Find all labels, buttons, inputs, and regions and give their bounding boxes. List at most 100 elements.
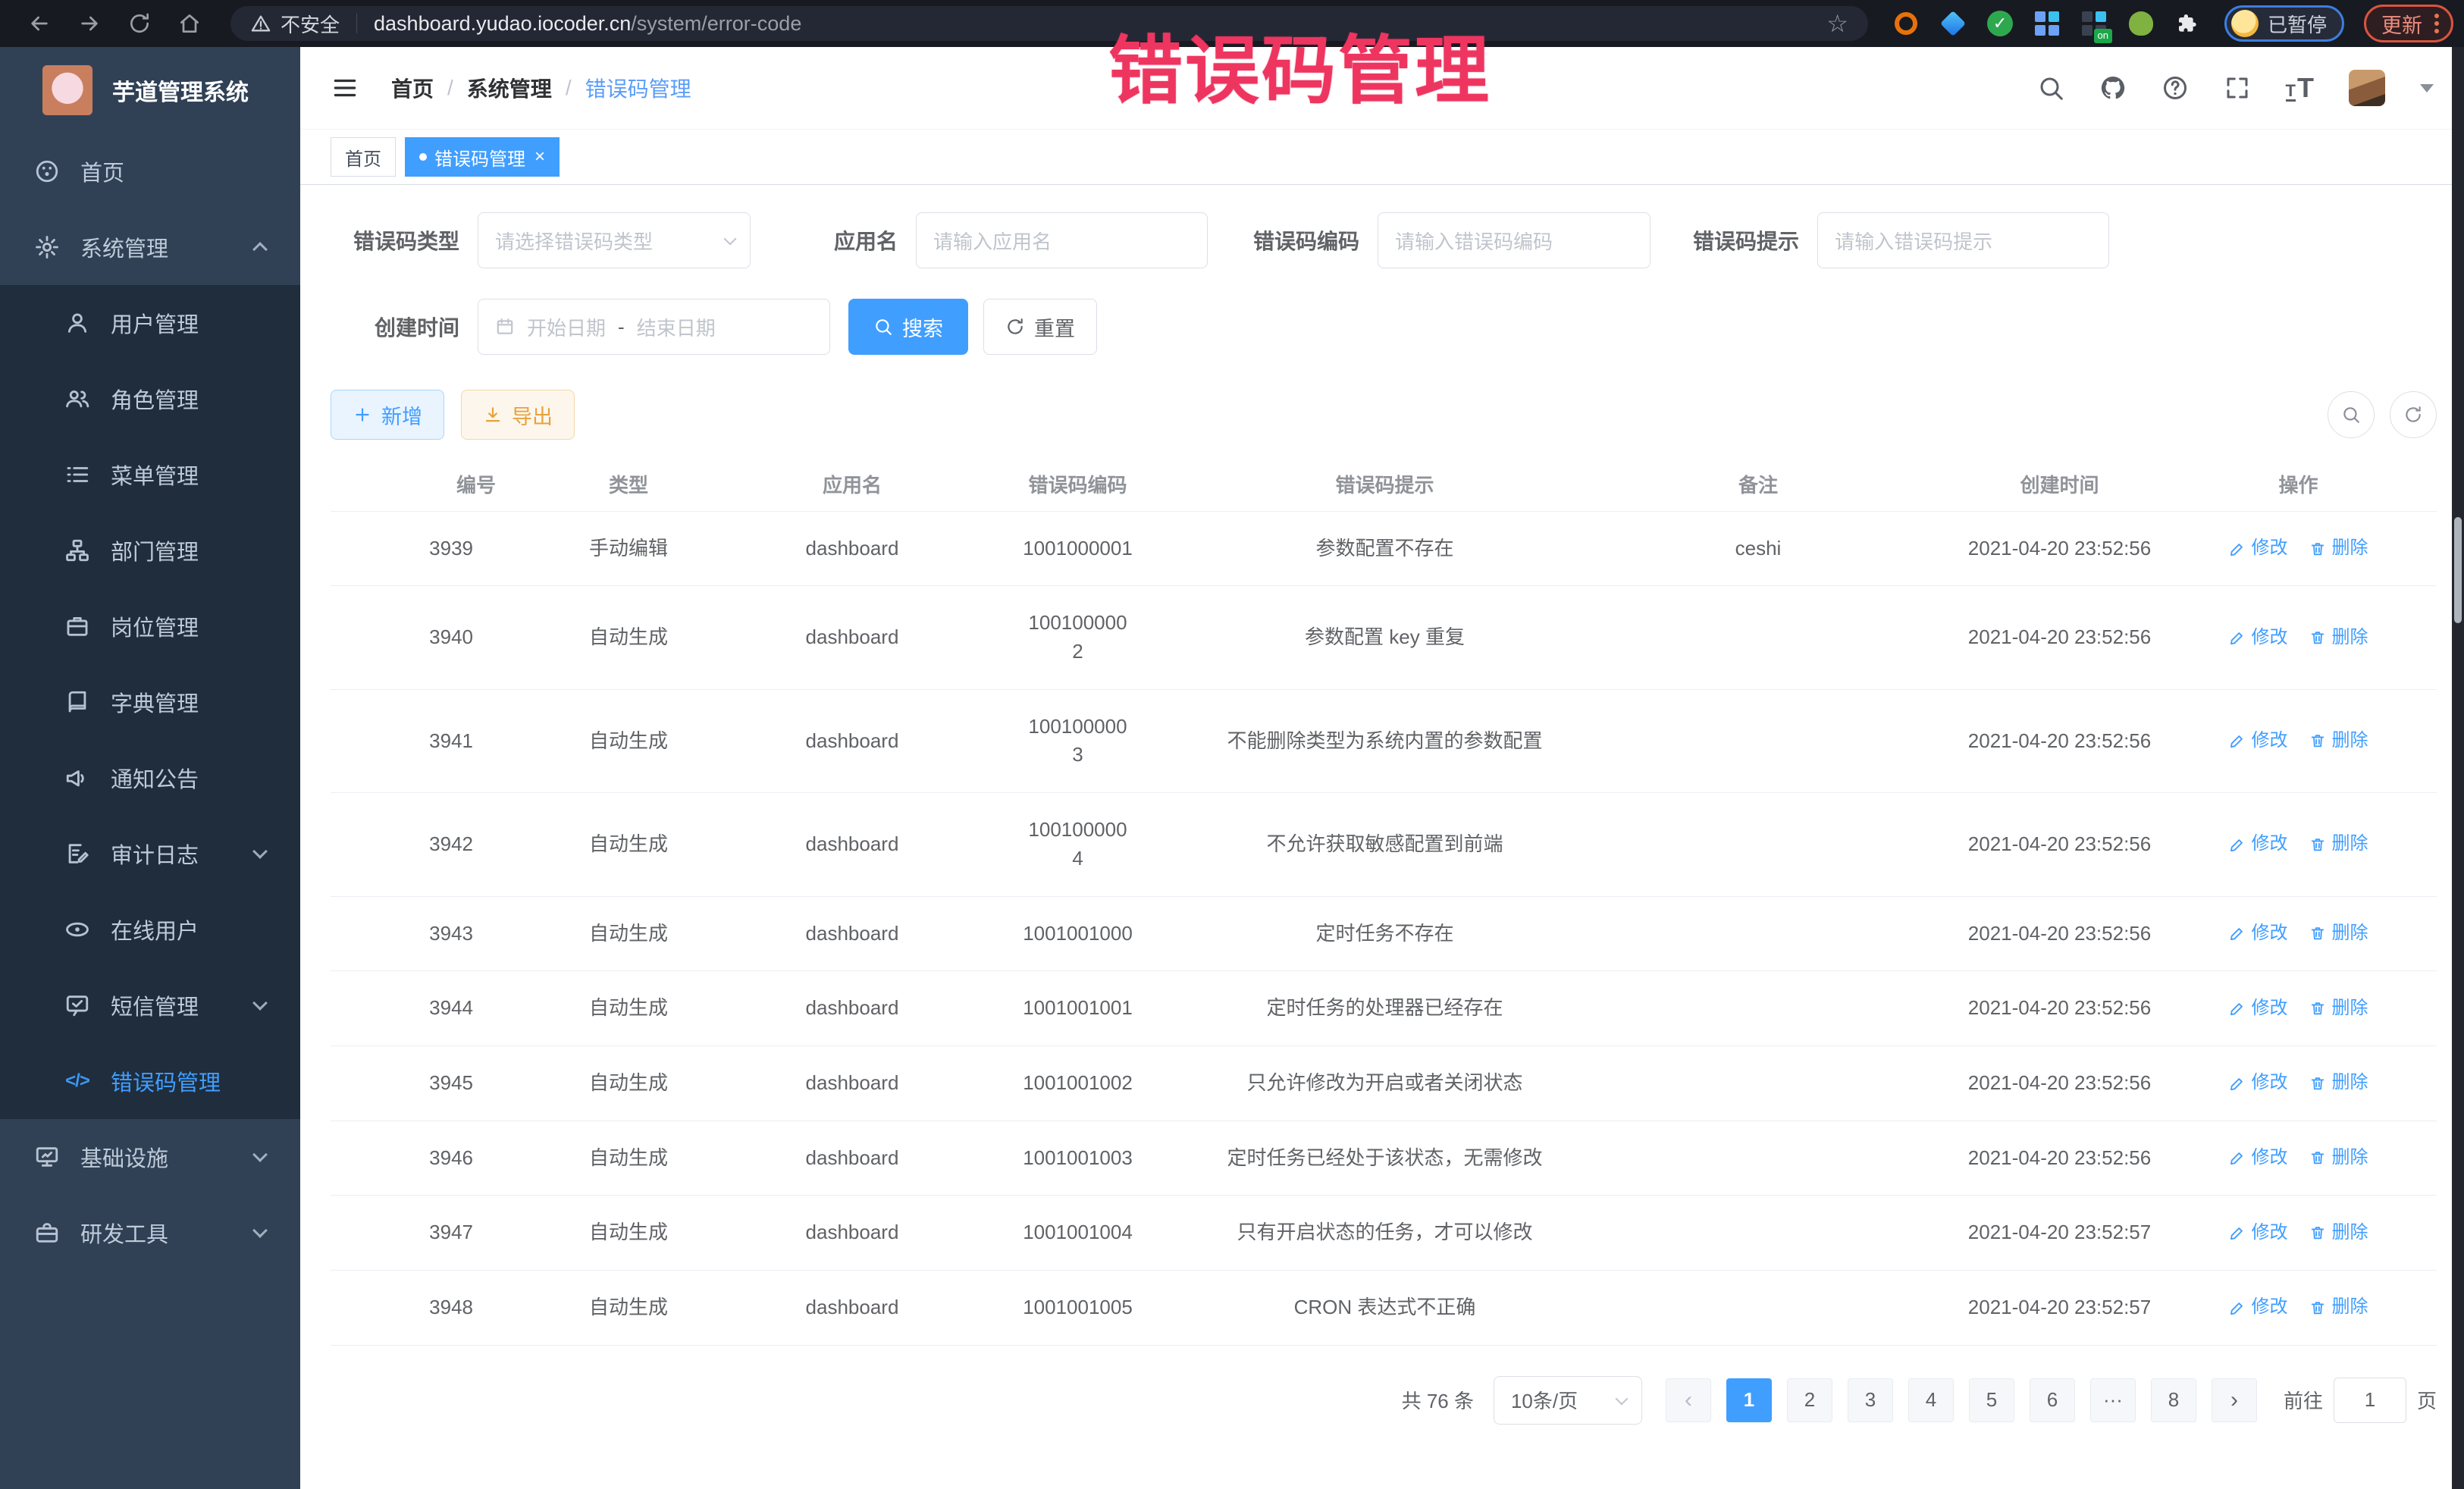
address-bar[interactable]: 不安全 dashboard.yudao.iocoder.cn /system/e… (230, 6, 1868, 41)
page-button-8[interactable]: 8 (2151, 1378, 2196, 1422)
breadcrumb-system[interactable]: 系统管理 (467, 73, 552, 103)
delete-link[interactable]: 删除 (2309, 625, 2368, 651)
sidebar-item-sms-management[interactable]: 短信管理 (0, 967, 300, 1043)
delete-link[interactable]: 删除 (2309, 920, 2368, 947)
delete-link[interactable]: 删除 (2309, 1220, 2368, 1246)
sidebar-item-dict-management[interactable]: 字典管理 (0, 664, 300, 740)
sidebar-item-home[interactable]: 首页 (0, 133, 300, 209)
delete-link[interactable]: 删除 (2309, 728, 2368, 754)
chevron-down-icon (252, 1223, 268, 1238)
refresh-table-icon[interactable] (2390, 391, 2437, 438)
page-button-5[interactable]: 5 (1969, 1378, 2014, 1422)
edit-link[interactable]: 修改 (2229, 831, 2288, 857)
sidebar-item-menu-management[interactable]: 菜单管理 (0, 437, 300, 513)
browser-forward-icon[interactable] (73, 7, 106, 40)
page-button-3[interactable]: 3 (1848, 1378, 1893, 1422)
create-time-range-picker[interactable]: 开始日期 - 结束日期 (478, 299, 830, 355)
search-button[interactable]: 搜索 (848, 299, 968, 355)
sidebar-item-audit-log[interactable]: 审计日志 (0, 816, 300, 892)
search-icon[interactable] (2037, 74, 2064, 102)
extension-green-check-icon[interactable]: ✓ (1986, 10, 2014, 37)
sidebar-item-role-management[interactable]: 角色管理 (0, 361, 300, 437)
page-button-···[interactable]: ··· (2090, 1378, 2136, 1422)
edit-link[interactable]: 修改 (2229, 535, 2288, 562)
browser-reload-icon[interactable] (123, 7, 156, 40)
chevron-down-icon[interactable] (2420, 84, 2434, 92)
close-icon[interactable]: × (534, 148, 545, 166)
sidebar-item-dept-management[interactable]: 部门管理 (0, 513, 300, 588)
tab-home[interactable]: 首页 (331, 137, 396, 177)
tab-error-code[interactable]: 错误码管理 × (405, 137, 560, 177)
browser-home-icon[interactable] (173, 7, 206, 40)
sidebar-item-user-management[interactable]: 用户管理 (0, 285, 300, 361)
table-row: 3948 自动生成 dashboard 1001001005 CRON 表达式不… (331, 1271, 2437, 1346)
sidebar-collapse-icon[interactable] (331, 74, 359, 102)
edit-link[interactable]: 修改 (2229, 1294, 2288, 1321)
page-button-6[interactable]: 6 (2030, 1378, 2075, 1422)
edit-link[interactable]: 修改 (2229, 625, 2288, 651)
help-icon[interactable] (2161, 74, 2189, 102)
sidebar-item-dev-tools[interactable]: 研发工具 (0, 1195, 300, 1271)
export-button[interactable]: 导出 (461, 390, 575, 440)
browser-menu-icon[interactable] (2434, 14, 2439, 33)
reset-button[interactable]: 重置 (983, 299, 1097, 355)
app-logo-row[interactable]: 芋道管理系统 (0, 47, 300, 133)
error-code-input[interactable]: 请输入错误码编码 (1378, 212, 1651, 268)
extension-orange-ring-icon[interactable] (1892, 10, 1920, 37)
github-icon[interactable] (2099, 74, 2127, 102)
extension-switch-icon[interactable]: on (2080, 10, 2108, 37)
edit-link[interactable]: 修改 (2229, 995, 2288, 1022)
goto-page-input[interactable]: 1 (2334, 1378, 2406, 1423)
page-button-1[interactable]: 1 (1726, 1378, 1772, 1422)
error-type-select[interactable]: 请选择错误码类型 (478, 212, 751, 268)
edit-link[interactable]: 修改 (2229, 1220, 2288, 1246)
fullscreen-icon[interactable] (2224, 74, 2251, 102)
scrollbar-thumb[interactable] (2454, 517, 2462, 623)
edit-link[interactable]: 修改 (2229, 1145, 2288, 1171)
page-size-select[interactable]: 10条/页 (1494, 1376, 1642, 1425)
edit-link[interactable]: 修改 (2229, 920, 2288, 947)
add-button[interactable]: 新增 (331, 390, 444, 440)
browser-update-button[interactable]: 更新 (2364, 5, 2453, 42)
prev-page-button[interactable]: ‹ (1666, 1378, 1711, 1422)
extensions-puzzle-icon[interactable] (2174, 10, 2202, 37)
app-name-input[interactable]: 请输入应用名 (916, 212, 1208, 268)
user-avatar[interactable] (2349, 70, 2385, 106)
delete-link[interactable]: 删除 (2309, 1294, 2368, 1321)
sidebar-item-infrastructure[interactable]: 基础设施 (0, 1119, 300, 1195)
delete-link[interactable]: 删除 (2309, 1070, 2368, 1096)
sidebar-item-error-code-management[interactable]: </> 错误码管理 (0, 1043, 300, 1119)
next-page-button[interactable]: › (2212, 1378, 2257, 1422)
edit-link[interactable]: 修改 (2229, 728, 2288, 754)
extension-green-spy-icon[interactable] (2127, 10, 2155, 37)
sidebar-item-notice-announcement[interactable]: 通知公告 (0, 740, 300, 816)
delete-link[interactable]: 删除 (2309, 1145, 2368, 1171)
delete-link[interactable]: 删除 (2309, 831, 2368, 857)
tab-active-dot (419, 153, 427, 161)
breadcrumb-home[interactable]: 首页 (391, 73, 434, 103)
font-size-icon[interactable]: TT (2286, 74, 2314, 102)
browser-profile-badge[interactable]: 已暂停 (2224, 5, 2344, 42)
page-button-4[interactable]: 4 (1908, 1378, 1954, 1422)
edit-link[interactable]: 修改 (2229, 1070, 2288, 1096)
sidebar-item-post-management[interactable]: 岗位管理 (0, 588, 300, 664)
toggle-search-icon[interactable] (2328, 391, 2375, 438)
sidebar-item-online-users[interactable]: 在线用户 (0, 892, 300, 967)
extension-blue-grid-icon[interactable] (2033, 10, 2061, 37)
error-msg-input[interactable]: 请输入错误码提示 (1817, 212, 2109, 268)
app-logo (42, 65, 92, 115)
browser-back-icon[interactable] (23, 7, 56, 40)
table-row: 3944 自动生成 dashboard 1001001001 定时任务的处理器已… (331, 971, 2437, 1046)
extension-blue-gem-icon[interactable] (1939, 10, 1967, 37)
delete-link[interactable]: 删除 (2309, 535, 2368, 562)
gear-icon (33, 234, 61, 261)
chevron-down-icon (1615, 1392, 1628, 1405)
sms-icon (64, 992, 91, 1019)
bookmark-star-icon[interactable]: ☆ (1826, 11, 1848, 36)
audit-icon (64, 840, 91, 867)
sidebar-item-system-management[interactable]: 系统管理 (0, 209, 300, 285)
app-title: 芋道管理系统 (112, 74, 249, 107)
page-button-2[interactable]: 2 (1787, 1378, 1832, 1422)
delete-link[interactable]: 删除 (2309, 995, 2368, 1022)
page-scrollbar[interactable] (2452, 47, 2464, 1489)
